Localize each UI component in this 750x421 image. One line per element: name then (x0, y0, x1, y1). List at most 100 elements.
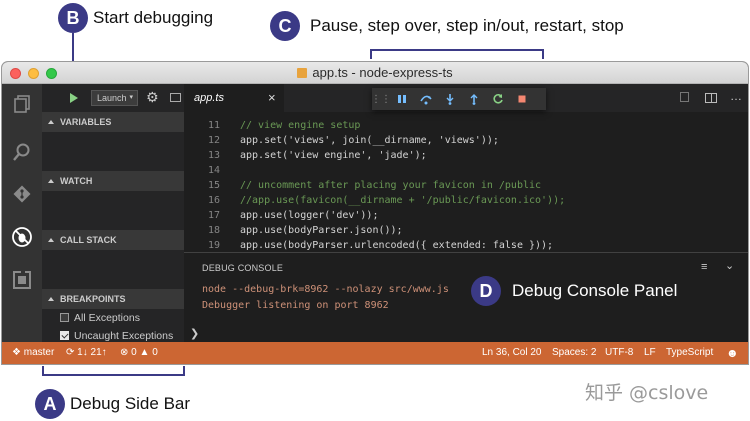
line-source: // view engine setup (240, 120, 361, 131)
callout-badge-c: C (270, 11, 300, 41)
source-control-icon[interactable] (10, 182, 34, 206)
line-number: 12 (207, 135, 220, 146)
debug-side-bar: Launch ▾ ⚙ VARIABLES WATCH CALL STACK BR… (42, 84, 184, 342)
chevron-down-icon: ▾ (129, 94, 133, 101)
callout-b-pointer (72, 33, 74, 61)
callout-badge-d: D (471, 276, 501, 306)
console-line: Debugger listening on port 8962 (202, 300, 389, 311)
expand-icon (48, 238, 54, 242)
expand-icon (48, 179, 54, 183)
line-number: 13 (207, 150, 220, 161)
explorer-icon[interactable] (10, 92, 34, 116)
step-over-button[interactable] (414, 88, 438, 110)
search-icon[interactable] (10, 140, 34, 164)
expand-icon (48, 297, 54, 301)
callout-a-bracket (42, 366, 185, 376)
line-source: app.set('view engine', 'jade'); (240, 150, 427, 161)
restart-button[interactable] (486, 88, 510, 110)
line-number: 15 (207, 180, 220, 191)
code-line: 16 //app.use(favicon(__dirname + '/public… (184, 193, 748, 208)
line-number: 16 (207, 195, 220, 206)
start-debugging-icon[interactable] (70, 93, 78, 103)
split-editor-icon-divider (711, 93, 712, 103)
checkbox[interactable] (60, 313, 69, 322)
line-source: app.use(bodyParser.json()); (240, 225, 403, 236)
drag-handle-icon[interactable]: ⋮⋮ (371, 88, 391, 110)
more-actions-icon[interactable]: … (730, 89, 742, 103)
line-source: // uncomment after placing your favicon … (240, 180, 542, 191)
line-number: 19 (207, 240, 220, 251)
gear-icon[interactable]: ⚙ (146, 89, 159, 105)
expand-icon (48, 120, 54, 124)
open-changes-icon[interactable] (680, 92, 689, 102)
code-line: 15 // uncomment after placing your favico… (184, 178, 748, 193)
encoding[interactable]: UTF-8 (605, 342, 633, 364)
section-watch[interactable]: WATCH (42, 171, 184, 191)
window-title: app.ts - node-express-ts (2, 65, 748, 80)
breakpoint-uncaught-exceptions[interactable]: Uncaught Exceptions (60, 330, 173, 342)
code-line: 19 app.use(bodyParser.urlencoded({ extend… (184, 238, 748, 252)
console-line: node --debug-brk=8962 --nolazy src/www.j… (202, 284, 449, 295)
line-number: 11 (207, 120, 220, 131)
cursor-position[interactable]: Ln 36, Col 20 (482, 342, 542, 364)
code-line: 14 (184, 163, 748, 178)
code-line: 18 app.use(bodyParser.json()); (184, 223, 748, 238)
callout-debug-side-bar: Debug Side Bar (70, 394, 191, 413)
line-source: app.use(logger('dev')); (240, 210, 379, 221)
terminal-icon[interactable] (170, 93, 181, 102)
status-bar: ❖ master ⟳ 1↓ 21↑ ⊗ 0 ▲ 0 Ln 36, Col 20 … (2, 342, 748, 364)
problems-indicator[interactable]: ⊗ 0 ▲ 0 (120, 342, 158, 364)
launch-config-select[interactable]: Launch ▾ (91, 90, 138, 106)
breakpoint-all-exceptions[interactable]: All Exceptions (60, 312, 140, 324)
line-endings[interactable]: LF (644, 342, 656, 364)
callout-badge-b: B (58, 3, 88, 33)
warning-icon: ▲ (139, 347, 153, 358)
code-line: 17 app.use(logger('dev')); (184, 208, 748, 223)
line-source: app.set('views', join(__dirname, 'views'… (240, 135, 499, 146)
collapse-panel-icon[interactable]: ⌄ (725, 259, 734, 272)
close-tab-icon[interactable]: × (268, 84, 276, 112)
code-line: 13 app.set('view engine', 'jade'); (184, 148, 748, 163)
callout-debug-actions: Pause, step over, step in/out, restart, … (310, 16, 624, 35)
language-mode[interactable]: TypeScript (666, 342, 713, 364)
feedback-smiley-icon[interactable]: ☻ (726, 342, 739, 364)
sync-icon: ⟳ (66, 347, 78, 358)
code-editor[interactable]: 11 // view engine setup 12 app.set('views',… (184, 112, 748, 252)
line-number: 17 (207, 210, 220, 221)
section-call-stack[interactable]: CALL STACK (42, 230, 184, 250)
indentation[interactable]: Spaces: 2 (552, 342, 596, 364)
pause-button[interactable] (390, 88, 414, 110)
callout-start-debugging: Start debugging (93, 8, 214, 27)
callout-debug-console: Debug Console Panel (512, 281, 678, 300)
extensions-icon[interactable] (10, 268, 34, 292)
tab-app-ts[interactable]: app.ts × (184, 84, 284, 112)
line-source: app.use(bodyParser.urlencoded({ extended… (240, 240, 554, 251)
branch-indicator[interactable]: ❖ master (12, 342, 54, 364)
debug-toolbar-sidebar: Launch ▾ ⚙ (42, 84, 184, 112)
panel-title: DEBUG CONSOLE (202, 263, 284, 273)
line-number: 18 (207, 225, 220, 236)
vscode-window: app.ts - node-express-ts Launch ▾ ⚙ VARI… (2, 62, 748, 364)
git-branch-icon: ❖ (12, 347, 24, 358)
line-source: //app.use(favicon(__dirname + '/public/f… (240, 195, 566, 206)
code-line: 12 app.set('views', join(__dirname, 'view… (184, 133, 748, 148)
callout-badge-a: A (35, 389, 65, 419)
stop-button[interactable] (510, 88, 534, 110)
floating-debug-toolbar: ⋮⋮ (371, 88, 546, 110)
title-bar: app.ts - node-express-ts (2, 62, 748, 84)
sync-status[interactable]: ⟳ 1↓ 21↑ (66, 342, 107, 364)
line-number: 14 (207, 165, 220, 176)
step-into-button[interactable] (438, 88, 462, 110)
code-line: 11 // view engine setup (184, 118, 748, 133)
typescript-file-icon (297, 68, 308, 78)
checkbox-checked[interactable] (60, 331, 69, 340)
watermark: 知乎 @cslove (585, 382, 709, 404)
section-variables[interactable]: VARIABLES (42, 112, 184, 132)
console-prompt-icon[interactable]: ❯ (190, 327, 199, 340)
clear-console-icon[interactable]: ≡ (701, 261, 707, 273)
section-breakpoints[interactable]: BREAKPOINTS (42, 289, 184, 309)
activity-bar (2, 84, 42, 342)
debug-icon[interactable] (10, 225, 34, 249)
callout-c-bracket (370, 49, 544, 59)
step-out-button[interactable] (462, 88, 486, 110)
